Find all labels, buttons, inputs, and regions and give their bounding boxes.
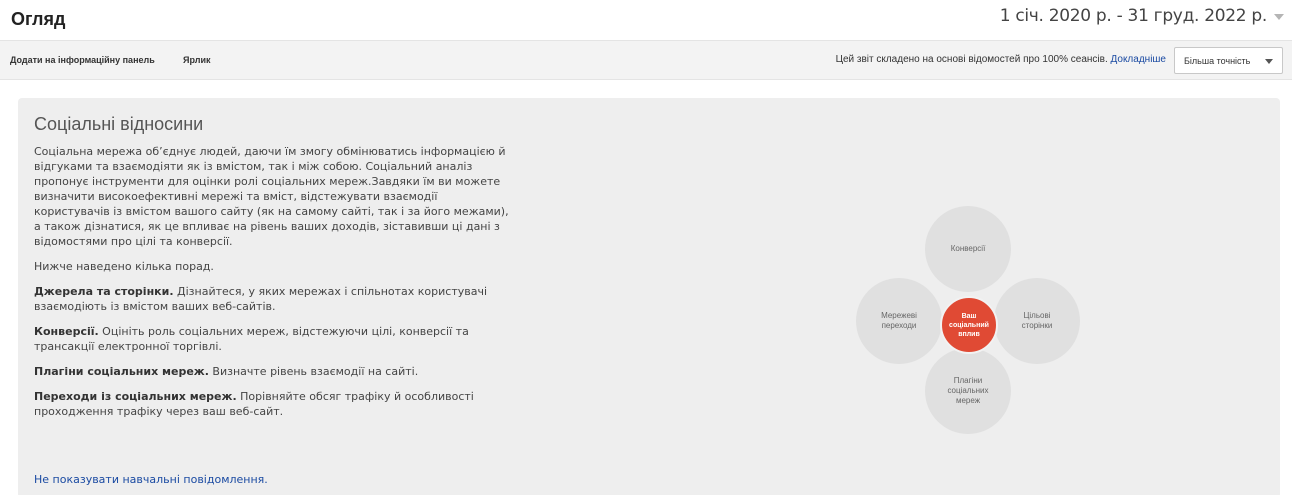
- tip-text: Визначте рівень взаємодії на сайті.: [208, 365, 419, 378]
- tip-item: Переходи із соціальних мереж. Порівняйте…: [34, 389, 512, 419]
- tip-title: Плагіни соціальних мереж.: [34, 365, 209, 378]
- social-impact-diagram: Конверсії Мережеві переходи Цільові стор…: [850, 206, 1090, 446]
- date-range-text: 1 січ. 2020 р. - 31 груд. 2022 р.: [999, 6, 1268, 26]
- toolbar: Додати на інформаційну панель Ярлик Цей …: [0, 40, 1292, 80]
- shortcut-button[interactable]: Ярлик: [183, 55, 211, 65]
- report-note-text: Цей звіт складено на основі відомостей п…: [835, 54, 1108, 65]
- social-plugins-label: Плагіни соціальних мереж: [947, 376, 989, 405]
- intro-paragraph: Соціальна мережа об’єднує людей, даючи ї…: [34, 145, 509, 248]
- learn-more-link[interactable]: Докладніше: [1111, 54, 1167, 65]
- social-impact-label: Ваш соціальний вплив: [949, 312, 989, 338]
- panel-title: Соціальні відносини: [34, 114, 204, 134]
- precision-select-value: Більша точність: [1184, 56, 1251, 66]
- social-intro-panel: Соціальні відносини Соціальна мережа об’…: [18, 98, 1280, 495]
- landing-pages-circle: Цільові сторінки: [994, 278, 1080, 364]
- social-plugins-circle: Плагіни соціальних мереж: [925, 348, 1011, 434]
- tip-title: Конверсії.: [34, 325, 99, 338]
- conversions-circle: Конверсії: [925, 206, 1011, 292]
- page-title: Огляд: [11, 9, 66, 29]
- add-to-dashboard-button[interactable]: Додати на інформаційну панель: [10, 55, 155, 65]
- tip-title: Джерела та сторінки.: [34, 285, 174, 298]
- caret-down-icon: [1265, 59, 1273, 64]
- tip-item: Плагіни соціальних мереж. Визначте рівен…: [34, 364, 512, 379]
- report-sampling-note: Цей звіт складено на основі відомостей п…: [836, 54, 1166, 65]
- network-referrals-circle: Мережеві переходи: [856, 278, 942, 364]
- header-bar: Огляд 1 січ. 2020 р. - 31 груд. 2022 р.: [0, 0, 1292, 38]
- tips-intro: Нижче наведено кілька порад.: [34, 260, 214, 273]
- conversions-label: Конверсії: [950, 244, 986, 253]
- tip-item: Конверсії. Оцініть роль соціальних мереж…: [34, 324, 512, 354]
- social-impact-center: Ваш соціальний вплив: [940, 296, 998, 354]
- tip-title: Переходи із соціальних мереж.: [34, 390, 237, 403]
- network-referrals-label: Мережеві переходи: [881, 311, 917, 330]
- date-range-picker[interactable]: 1 січ. 2020 р. - 31 груд. 2022 р.: [1000, 6, 1284, 26]
- caret-down-icon: [1274, 14, 1284, 20]
- panel-description: Соціальна мережа об’єднує людей, даючи ї…: [34, 144, 512, 429]
- precision-select[interactable]: Більша точність: [1174, 47, 1283, 74]
- tip-item: Джерела та сторінки. Дізнайтеся, у яких …: [34, 284, 512, 314]
- tip-text: Оцініть роль соціальних мереж, відстежую…: [34, 325, 469, 353]
- hide-tutorial-link[interactable]: Не показувати навчальні повідомлення.: [34, 473, 268, 486]
- landing-pages-label: Цільові сторінки: [1021, 311, 1053, 330]
